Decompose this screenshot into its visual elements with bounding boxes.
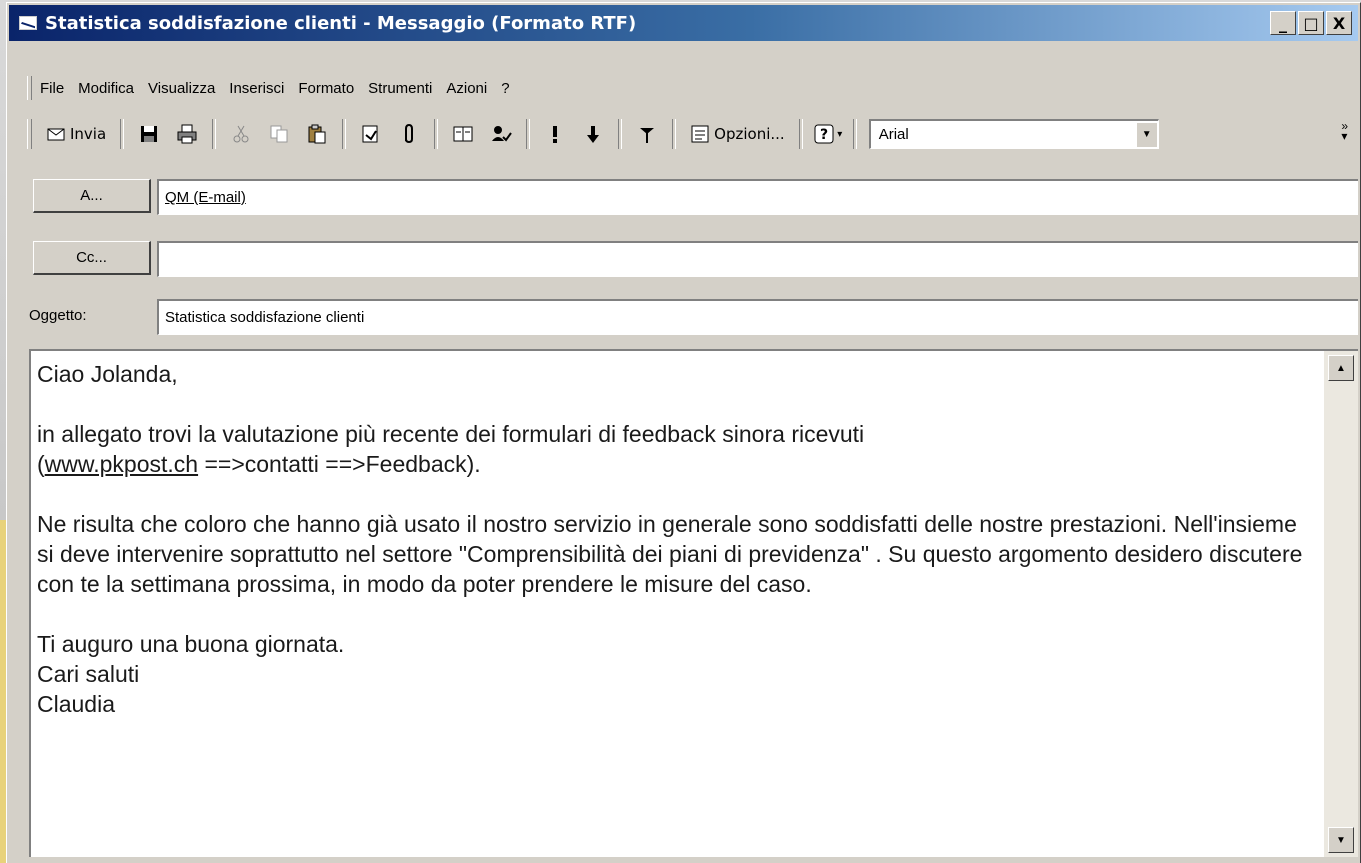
options-button[interactable]: Opzioni...: [684, 117, 791, 151]
toolbar-grip[interactable]: [27, 119, 32, 149]
title-bar[interactable]: Statistica soddisfazione clienti - Messa…: [9, 5, 1358, 41]
chevron-down-icon[interactable]: ▼: [1136, 122, 1157, 147]
toolbar-separator: [798, 119, 803, 149]
closing-2: Cari saluti: [37, 661, 140, 687]
to-row: A... QM (E-mail): [9, 179, 1358, 215]
toolbar-separator: [120, 119, 125, 149]
message-text[interactable]: Ciao Jolanda, in allegato trovi la valut…: [37, 359, 1318, 719]
message-body[interactable]: Ciao Jolanda, in allegato trovi la valut…: [29, 349, 1358, 857]
check-names-button[interactable]: [484, 117, 518, 151]
menu-formato[interactable]: Formato: [298, 80, 354, 97]
menu-visualizza[interactable]: Visualizza: [148, 80, 215, 97]
save-button[interactable]: [132, 117, 166, 151]
paragraph-2: Ne risulta che coloro che hanno già usat…: [37, 511, 1303, 597]
scroll-down-arrow-icon[interactable]: ▼: [1328, 827, 1354, 853]
insert-file-button[interactable]: [354, 117, 388, 151]
send-icon: [47, 128, 65, 141]
message-window: Statistica soddisfazione clienti - Messa…: [6, 2, 1361, 863]
closing-1: Ti auguro una buona giornata.: [37, 631, 345, 657]
svg-text:?: ?: [820, 127, 828, 143]
cc-button[interactable]: Cc...: [33, 241, 151, 275]
toolbar-separator: [618, 119, 623, 149]
menu-file[interactable]: File: [40, 80, 64, 97]
save-icon: [141, 126, 158, 142]
chevron-down-icon[interactable]: ▾: [837, 129, 842, 140]
toolbar-separator: [434, 119, 439, 149]
paragraph-1-line-2: ==>contatti ==>Feedback).: [198, 451, 481, 477]
importance-high-button[interactable]: [538, 117, 572, 151]
attach-icon: [405, 123, 414, 144]
subject-label: Oggetto:: [29, 307, 87, 324]
cc-field[interactable]: [157, 241, 1358, 277]
toolbar-separator: [526, 119, 531, 149]
close-button[interactable]: X: [1326, 11, 1352, 35]
menu-azioni[interactable]: Azioni: [446, 80, 487, 97]
menu-inserisci[interactable]: Inserisci: [229, 80, 284, 97]
copy-button[interactable]: [262, 117, 296, 151]
flag-icon: [640, 128, 655, 143]
paragraph-1: in allegato trovi la valutazione più rec…: [37, 421, 865, 477]
toolbar-separator: [342, 119, 347, 149]
font-selector[interactable]: Arial ▼: [868, 119, 1159, 149]
print-button[interactable]: [170, 117, 204, 151]
window-title: Statistica soddisfazione clienti - Messa…: [45, 12, 637, 34]
paragraph-1-line-1: in allegato trovi la valutazione più rec…: [37, 421, 865, 447]
print-icon: [177, 124, 197, 144]
to-recipient[interactable]: QM (E-mail): [165, 189, 246, 206]
menu-strumenti[interactable]: Strumenti: [368, 80, 432, 97]
subject-row: Oggetto: Statistica soddisfazione client…: [9, 299, 1358, 335]
menu-bar: File Modifica Visualizza Inserisci Forma…: [9, 71, 1358, 105]
copy-icon: [270, 125, 288, 143]
cut-button[interactable]: [224, 117, 258, 151]
subject-field[interactable]: Statistica soddisfazione clienti: [157, 299, 1358, 335]
toolbar-overflow-icon[interactable]: » ▾: [1341, 120, 1348, 142]
address-book-icon: [453, 126, 473, 142]
toolbar-separator: [852, 119, 857, 149]
help-icon: ?: [814, 124, 834, 144]
importance-high-icon: [553, 126, 558, 143]
insert-file-icon: [362, 125, 378, 143]
options-icon: [691, 125, 709, 143]
caption-buttons: _ □ X: [1270, 11, 1352, 35]
signature: Claudia: [37, 691, 115, 717]
envelope-icon: [19, 16, 37, 30]
paste-icon: [308, 124, 326, 144]
standard-toolbar: Invia Opzioni... ? ▾ Arial ▼ » ▾: [9, 111, 1358, 157]
toolbar-separator: [672, 119, 677, 149]
website-link[interactable]: www.pkpost.ch: [45, 451, 198, 477]
maximize-button[interactable]: □: [1298, 11, 1324, 35]
to-field[interactable]: QM (E-mail): [157, 179, 1358, 215]
send-label: Invia: [70, 125, 107, 143]
to-button[interactable]: A...: [33, 179, 151, 213]
toolbar-separator: [212, 119, 217, 149]
cut-icon: [233, 125, 249, 143]
importance-low-button[interactable]: [576, 117, 610, 151]
menu-help[interactable]: ?: [501, 80, 509, 97]
help-button[interactable]: ? ▾: [811, 117, 845, 151]
send-button[interactable]: Invia: [40, 117, 112, 151]
cc-row: Cc...: [9, 241, 1358, 277]
flag-button[interactable]: [630, 117, 664, 151]
address-book-button[interactable]: [446, 117, 480, 151]
font-selector-value: Arial: [878, 126, 909, 143]
minimize-button[interactable]: _: [1270, 11, 1296, 35]
options-label: Opzioni...: [714, 125, 785, 143]
paste-button[interactable]: [300, 117, 334, 151]
importance-low-icon: [587, 126, 600, 143]
vertical-scrollbar[interactable]: ▲ ▼: [1324, 351, 1358, 857]
attach-button[interactable]: [392, 117, 426, 151]
greeting: Ciao Jolanda,: [37, 361, 178, 387]
menu-modifica[interactable]: Modifica: [78, 80, 134, 97]
menu-grip[interactable]: [27, 76, 32, 100]
scroll-up-arrow-icon[interactable]: ▲: [1328, 355, 1354, 381]
check-names-icon: [492, 126, 512, 142]
